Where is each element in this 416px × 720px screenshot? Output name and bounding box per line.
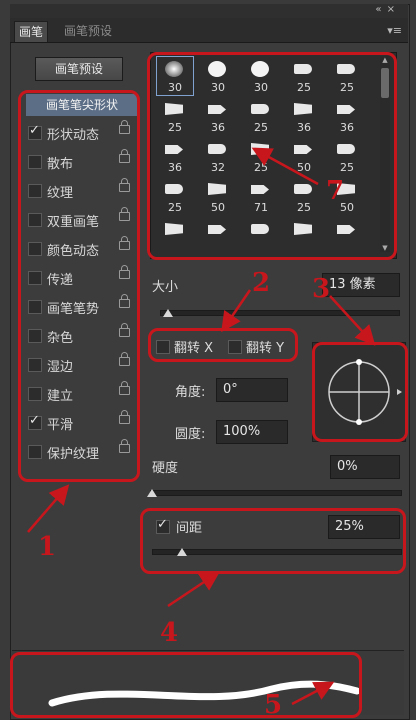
annotation-number-1: 1: [38, 532, 57, 562]
annotation-number-7: 7: [326, 176, 345, 206]
annotation-number-2: 2: [252, 268, 271, 298]
annotation-arrows: [27, 147, 376, 706]
annotation-number-5: 5: [264, 690, 283, 720]
annotation-number-4: 4: [160, 618, 179, 648]
annotation-number-3: 3: [312, 274, 331, 304]
